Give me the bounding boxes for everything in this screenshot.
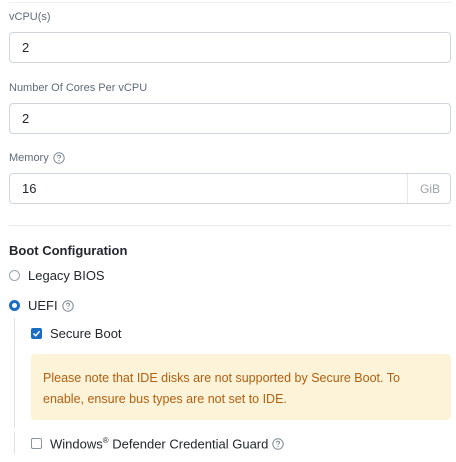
vcpus-label: vCPU(s) [9,11,51,23]
uefi-tree-line-bottom [14,432,15,454]
uefi-option[interactable]: UEFI [9,298,74,313]
boot-config-title: Boot Configuration [9,243,128,258]
vcpus-value[interactable]: 2 [10,40,450,55]
credential-guard-checkbox[interactable] [31,438,42,450]
uefi-label[interactable]: UEFI [28,298,58,313]
secure-boot-warning-text: Please note that IDE disks are not suppo… [43,371,400,406]
vcpus-input[interactable]: 2 [9,32,451,63]
memory-label-text: Memory [9,152,49,164]
vm-resources-panel: vCPU(s) 2 Number Of Cores Per vCPU 2 Mem… [0,0,456,462]
memory-input[interactable]: 16 GiB [9,173,451,204]
legacy-bios-radio[interactable] [9,270,20,281]
credential-guard-label-suffix: Defender Credential Guard [108,436,269,452]
credential-guard-label-prefix: Windows [50,436,103,452]
secure-boot-label[interactable]: Secure Boot [50,326,122,341]
memory-label: Memory [9,152,65,164]
question-circle-icon[interactable] [61,299,74,312]
legacy-bios-option[interactable]: Legacy BIOS [9,268,105,283]
question-circle-icon[interactable] [272,437,285,450]
cores-label-text: Number Of Cores Per vCPU [9,82,148,94]
vcpus-label-text: vCPU(s) [9,11,51,23]
legacy-bios-label[interactable]: Legacy BIOS [28,268,105,283]
uefi-radio[interactable] [9,300,20,311]
cores-input[interactable]: 2 [9,103,451,134]
credential-guard-label[interactable]: Windows® Defender Credential Guard [50,436,268,451]
cores-value[interactable]: 2 [10,111,450,126]
secure-boot-warning: Please note that IDE disks are not suppo… [31,354,451,420]
memory-unit: GiB [406,174,450,203]
uefi-tree-line-top [14,318,15,428]
section-divider [9,225,451,226]
checkmark-icon [32,330,41,337]
memory-value[interactable]: 16 [10,181,407,196]
divider [9,2,452,3]
secure-boot-option[interactable]: Secure Boot [31,326,122,341]
cores-label: Number Of Cores Per vCPU [9,82,147,94]
question-circle-icon[interactable] [53,152,65,164]
credential-guard-option[interactable]: Windows® Defender Credential Guard [31,436,285,451]
secure-boot-checkbox[interactable] [31,328,42,339]
